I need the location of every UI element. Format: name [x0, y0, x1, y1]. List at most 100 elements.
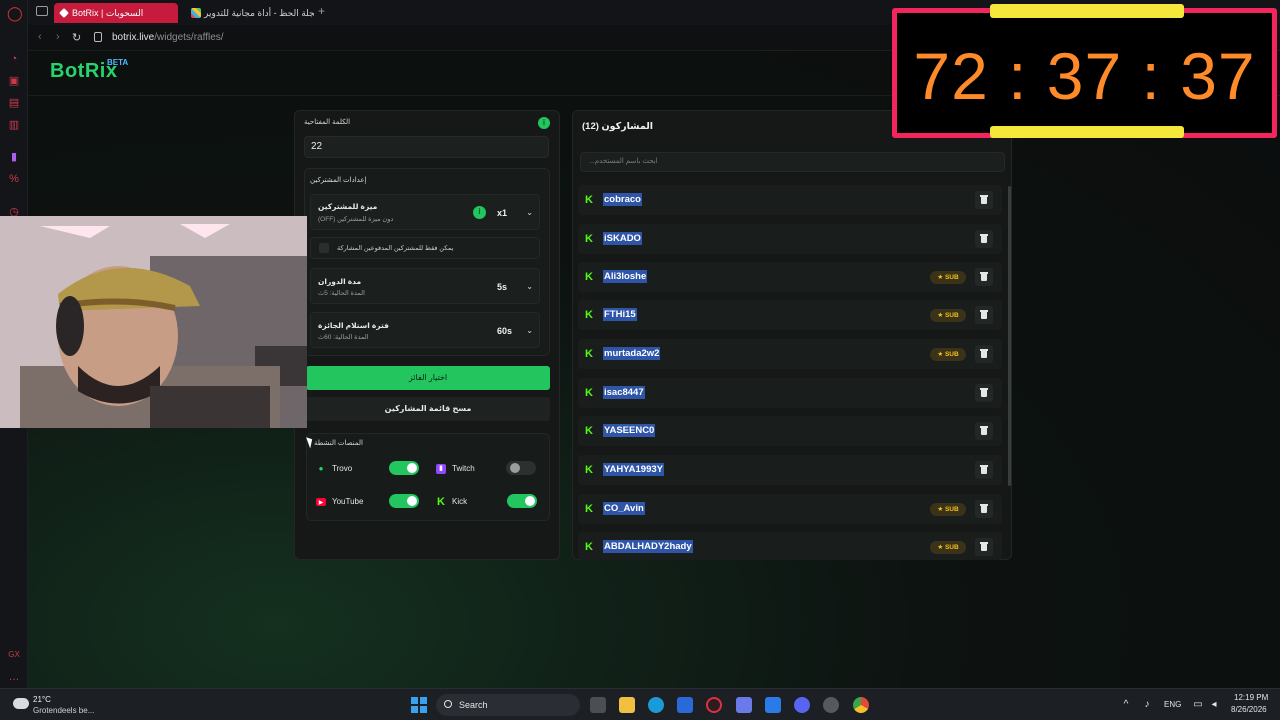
- claim-period-title: فترة استلام الجائزة: [318, 321, 389, 330]
- store-icon[interactable]: [677, 697, 693, 713]
- twitch-icon: ▮: [436, 464, 446, 474]
- sub-perk-row: ميزة للمشتركين (OFF) دون ميزة للمشتركين …: [310, 194, 540, 230]
- chrome-icon[interactable]: [853, 697, 869, 713]
- clock-date[interactable]: 8/26/2026: [1231, 705, 1267, 714]
- streamer-webcam-image: [0, 216, 307, 428]
- spin-duration-select[interactable]: 5s ⌄: [497, 278, 533, 296]
- weather-temperature[interactable]: 21°C: [33, 695, 51, 704]
- participant-name: YAHYA1993Y: [603, 463, 664, 476]
- platform-name: Twitch: [452, 464, 475, 473]
- info-icon[interactable]: i: [538, 117, 550, 129]
- tab-label: عجلة الحظ - أداة مجانية للتدوير: [204, 8, 314, 18]
- webcam-feed: [0, 216, 307, 428]
- youtube-toggle[interactable]: [389, 494, 419, 508]
- sidebar-messenger-icon[interactable]: ▤: [7, 96, 21, 110]
- delete-icon[interactable]: [975, 461, 993, 479]
- spin-duration-desc: المدة الحالية: 5ث: [318, 290, 365, 297]
- delete-icon[interactable]: [975, 306, 993, 324]
- back-arrow-icon[interactable]: ‹: [38, 31, 42, 43]
- participant-row: K Ali3loshe ★ SUB: [578, 262, 1002, 292]
- participant-name: murtada2w2: [603, 347, 661, 360]
- participants-scrollbar[interactable]: [1008, 186, 1011, 486]
- spin-duration-title: مدة الدوران: [318, 277, 362, 286]
- sidebar-bag-icon[interactable]: ▣: [7, 74, 21, 88]
- sidebar-more-icon[interactable]: …: [7, 670, 21, 684]
- url-field[interactable]: botrix.live/widgets/raffles/: [112, 32, 224, 43]
- chevron-down-icon: ⌄: [526, 282, 533, 291]
- forward-arrow-icon[interactable]: ›: [56, 31, 60, 43]
- language-indicator[interactable]: ENG: [1164, 700, 1181, 709]
- delete-icon[interactable]: [975, 500, 993, 518]
- microphone-icon[interactable]: ♪: [1141, 699, 1153, 710]
- taskbar-search-box[interactable]: Search: [436, 694, 580, 716]
- sidebar-history-icon[interactable]: ◔: [7, 52, 21, 66]
- participant-row: K ABDALHADY2hady ★ SUB: [578, 532, 1002, 560]
- url-host: botrix.live: [112, 32, 155, 43]
- file-explorer-icon[interactable]: [619, 697, 635, 713]
- claim-period-select[interactable]: 60s ⌄: [497, 322, 533, 340]
- opera-gx-icon[interactable]: [706, 697, 722, 713]
- platform-name: YouTube: [332, 497, 364, 506]
- toggle-knob: [407, 496, 417, 506]
- delete-icon[interactable]: [975, 538, 993, 556]
- keyword-label: الكلمة المفتاحية: [304, 119, 351, 126]
- participant-name: CO_Avin: [603, 502, 645, 515]
- sub-perk-title: ميزة للمشتركين: [318, 202, 378, 211]
- delete-icon[interactable]: [975, 191, 993, 209]
- keyword-input[interactable]: 22: [304, 136, 549, 158]
- participant-row: K cobraco: [578, 185, 1002, 215]
- sidebar-chart-icon[interactable]: ▥: [7, 118, 21, 132]
- delete-icon[interactable]: [975, 345, 993, 363]
- volume-icon[interactable]: ◂: [1208, 699, 1220, 710]
- windows-taskbar: 21°C Grotendeels be... Search ^ ♪ ENG ▭ …: [0, 688, 1280, 720]
- weather-cloud-icon[interactable]: [13, 698, 29, 709]
- sidebar-percent-icon[interactable]: %: [7, 172, 21, 186]
- discord-icon[interactable]: [794, 697, 810, 713]
- pick-winner-button[interactable]: اختيار الفائز: [306, 366, 550, 390]
- network-icon[interactable]: ▭: [1192, 699, 1204, 710]
- sidebar-twitch-icon[interactable]: ▮: [7, 150, 21, 164]
- media-app-icon[interactable]: [736, 697, 752, 713]
- toggle-knob: [510, 463, 520, 473]
- delete-icon[interactable]: [975, 384, 993, 402]
- edge-icon[interactable]: [648, 697, 664, 713]
- tab-botrix-raffles[interactable]: BotRix | السحوبات: [54, 3, 178, 23]
- spin-duration-value: 5s: [497, 282, 508, 292]
- new-tab-button[interactable]: +: [318, 4, 325, 18]
- reload-icon[interactable]: ↻: [72, 31, 81, 44]
- participant-name: ABDALHADY2hady: [603, 540, 693, 553]
- sub-perk-select[interactable]: x1 ⌄: [497, 204, 533, 222]
- toggle-knob: [525, 496, 535, 506]
- trovo-toggle[interactable]: [389, 461, 419, 475]
- sidebar-gx-icon[interactable]: GX: [7, 648, 21, 662]
- weather-description[interactable]: Grotendeels be...: [33, 706, 94, 715]
- clear-participants-button[interactable]: مسح قائمة المشاركين: [306, 397, 550, 421]
- kick-icon: K: [585, 348, 593, 360]
- sub-badge: ★ SUB: [930, 309, 966, 322]
- paid-only-checkbox[interactable]: [319, 243, 329, 253]
- delete-icon[interactable]: [975, 268, 993, 286]
- delete-icon[interactable]: [975, 422, 993, 440]
- windows-app-icon[interactable]: [765, 697, 781, 713]
- countdown-timer-text: 72 : 37 : 37: [913, 39, 1256, 113]
- participant-search-input[interactable]: ...ابحث باسم المستخدم: [580, 152, 1005, 172]
- url-path: /widgets/raffles/: [154, 32, 224, 43]
- tab-overview-icon[interactable]: [36, 6, 48, 16]
- sub-perk-info-icon[interactable]: i: [473, 206, 486, 219]
- kick-icon: K: [585, 425, 593, 437]
- windows-start-icon[interactable]: [411, 697, 427, 713]
- tab-wheel-of-fortune[interactable]: عجلة الحظ - أداة مجانية للتدوير: [186, 3, 314, 23]
- screen: ◯ ◔ ▣ ▤ ▥ ▮ % ◷ GX … BotRix | السحوبات ع…: [0, 0, 1280, 720]
- delete-icon[interactable]: [975, 230, 993, 248]
- opera-logo-icon[interactable]: ◯: [7, 6, 23, 20]
- clock-time[interactable]: 12:19 PM: [1234, 693, 1268, 702]
- search-icon: [444, 700, 452, 708]
- kick-icon: K: [585, 503, 593, 515]
- settings-gear-icon[interactable]: [823, 697, 839, 713]
- kick-toggle[interactable]: [507, 494, 537, 508]
- twitch-toggle[interactable]: [506, 461, 536, 475]
- kick-icon: K: [585, 541, 593, 553]
- tray-chevron-up-icon[interactable]: ^: [1120, 699, 1132, 710]
- task-view-icon[interactable]: [590, 697, 606, 713]
- kick-icon: K: [585, 464, 593, 476]
